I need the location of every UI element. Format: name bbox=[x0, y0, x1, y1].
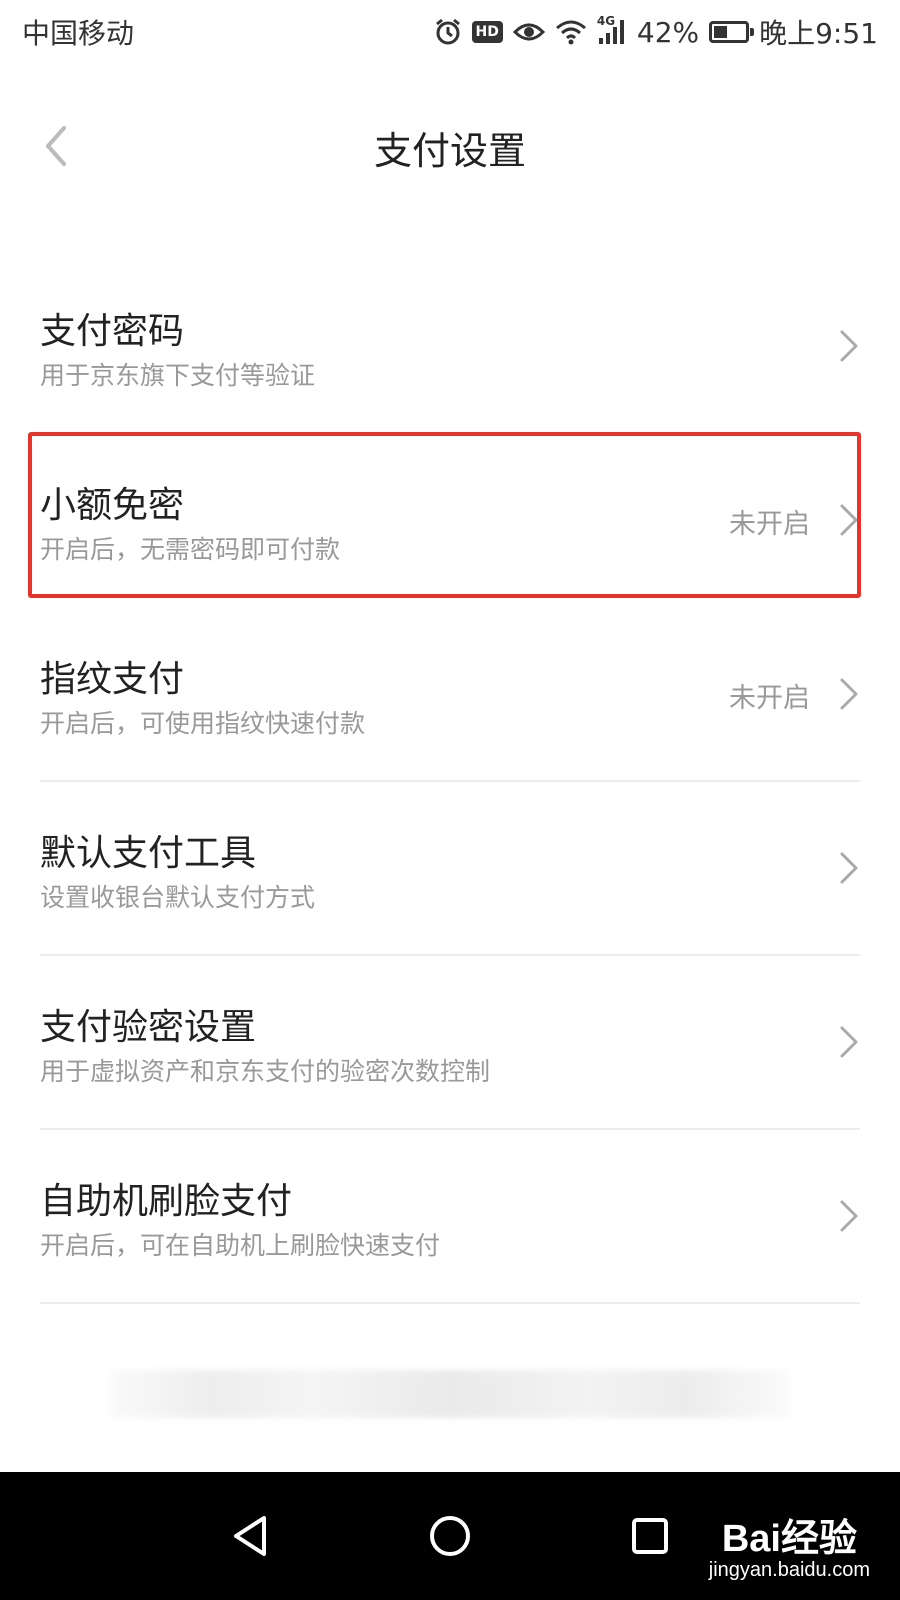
recent-square-icon bbox=[632, 1518, 668, 1554]
home-circle-icon bbox=[430, 1516, 470, 1556]
battery-icon bbox=[709, 21, 755, 43]
chevron-right-icon bbox=[840, 1200, 858, 1232]
chevron-right-icon bbox=[840, 330, 858, 362]
chevron-right-icon bbox=[840, 852, 858, 884]
setting-payment-verification[interactable]: 支付验密设置 用于虚拟资产和京东支付的验密次数控制 bbox=[40, 956, 860, 1130]
nav-bar: Bai经验 jingyan.baidu.com bbox=[0, 1472, 900, 1600]
setting-payment-password[interactable]: 支付密码 用于京东旗下支付等验证 bbox=[40, 260, 860, 434]
chevron-right-icon bbox=[840, 1026, 858, 1058]
page-title: 支付设置 bbox=[373, 129, 526, 173]
item-subtitle: 设置收银台默认支付方式 bbox=[40, 883, 316, 912]
setting-kiosk-face-pay[interactable]: 自助机刷脸支付 开启后，可在自助机上刷脸快速支付 bbox=[40, 1130, 860, 1304]
alarm-icon bbox=[434, 18, 462, 46]
wifi-icon bbox=[555, 19, 587, 45]
chevron-right-icon bbox=[840, 504, 858, 536]
chevron-right-icon bbox=[840, 678, 858, 710]
battery-percent: 42% bbox=[636, 15, 700, 49]
item-subtitle: 开启后，可在自助机上刷脸快速支付 bbox=[40, 1231, 441, 1260]
item-title: 支付密码 bbox=[40, 311, 185, 352]
baidu-watermark: Bai经验 jingyan.baidu.com bbox=[709, 1519, 870, 1582]
eye-icon bbox=[512, 20, 545, 44]
blurred-footer-text bbox=[110, 1370, 790, 1418]
clock: 晚上9:51 bbox=[759, 17, 878, 50]
item-subtitle: 开启后，可使用指纹快速付款 bbox=[40, 709, 366, 738]
item-title: 指纹支付 bbox=[40, 659, 185, 700]
item-subtitle: 用于虚拟资产和京东支付的验密次数控制 bbox=[40, 1057, 491, 1086]
nav-back-button[interactable] bbox=[220, 1506, 280, 1566]
hd-icon: HD bbox=[471, 21, 503, 43]
carrier-label: 中国移动 bbox=[22, 17, 135, 50]
item-status: 未开启 bbox=[729, 683, 810, 714]
item-subtitle: 开启后，无需密码即可付款 bbox=[40, 535, 341, 564]
back-triangle-icon bbox=[234, 1516, 266, 1556]
settings-list: 支付密码 用于京东旗下支付等验证 小额免密 开启后，无需密码即可付款 未开启 指… bbox=[0, 260, 900, 1304]
item-title: 支付验密设置 bbox=[40, 1007, 257, 1048]
watermark-logo: Bai经验 bbox=[721, 1518, 857, 1560]
item-subtitle: 用于京东旗下支付等验证 bbox=[40, 361, 316, 390]
battery-level-fill bbox=[714, 26, 727, 38]
signal-icon: 4G bbox=[597, 14, 627, 46]
item-title: 自助机刷脸支付 bbox=[40, 1181, 293, 1222]
item-title: 小额免密 bbox=[40, 485, 185, 526]
header: 支付设置 bbox=[0, 100, 900, 192]
setting-fingerprint-pay[interactable]: 指纹支付 开启后，可使用指纹快速付款 未开启 bbox=[40, 608, 860, 782]
nav-recent-button[interactable] bbox=[620, 1506, 680, 1566]
item-title: 默认支付工具 bbox=[40, 833, 257, 874]
watermark-url: jingyan.baidu.com bbox=[708, 1559, 870, 1581]
status-icons: HD 4G 42% 晚上9:51 bbox=[434, 12, 878, 52]
nav-home-button[interactable] bbox=[420, 1506, 480, 1566]
network-type-label: 4G bbox=[596, 14, 616, 28]
status-bar: 中国移动 HD 4G 42% 晚上9:51 bbox=[0, 0, 900, 64]
item-status: 未开启 bbox=[729, 509, 810, 540]
setting-small-amount-no-password[interactable]: 小额免密 开启后，无需密码即可付款 未开启 bbox=[40, 434, 860, 608]
setting-default-payment-tool[interactable]: 默认支付工具 设置收银台默认支付方式 bbox=[40, 782, 860, 956]
